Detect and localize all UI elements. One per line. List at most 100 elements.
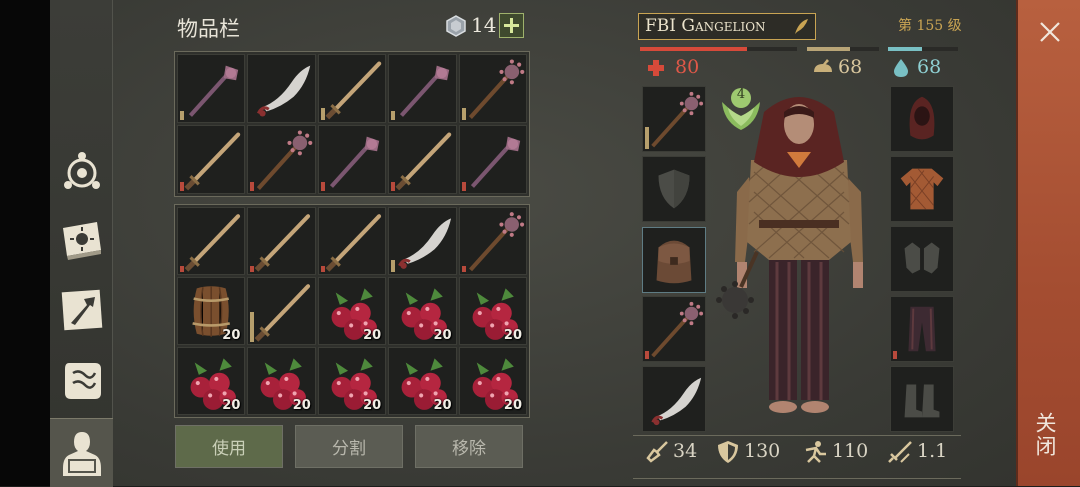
nav-crafting-button[interactable] — [50, 278, 113, 342]
nav-scroll-button[interactable] — [50, 348, 113, 412]
backpack-icon — [656, 240, 692, 284]
mace-icon — [470, 136, 520, 188]
inventory-slot[interactable] — [247, 54, 316, 123]
remove-button[interactable]: 移除 — [415, 425, 523, 468]
split-button[interactable]: 分割 — [295, 425, 403, 468]
durability-bar — [250, 182, 255, 191]
scimitar-icon — [398, 218, 452, 269]
character-portrait-area[interactable] — [709, 82, 887, 434]
defense-value: 130 — [744, 440, 781, 462]
item-quantity: 20 — [222, 328, 241, 343]
health-value: 80 — [675, 56, 700, 78]
item-quantity: 20 — [222, 398, 241, 413]
inventory-slot[interactable] — [317, 54, 387, 123]
left-bezel — [0, 0, 50, 486]
sword-icon — [184, 132, 241, 191]
inventory-slot[interactable]: 20 — [458, 277, 527, 345]
currency-count: 14 — [471, 13, 497, 37]
inventory-slot[interactable]: 20 — [317, 347, 387, 415]
weight-value: 1.1 — [917, 440, 948, 462]
inventory-slot[interactable] — [317, 207, 387, 275]
inventory-slot[interactable] — [458, 54, 527, 123]
rank-badge[interactable]: 4 — [716, 82, 766, 132]
sword-icon — [255, 214, 311, 272]
use-button[interactable]: 使用 — [175, 425, 283, 468]
inventory-slot[interactable] — [177, 54, 246, 123]
inventory-slot[interactable]: 20 — [177, 277, 246, 345]
compass-icon — [63, 152, 100, 189]
inventory-slot[interactable] — [388, 207, 457, 275]
weight-icon — [888, 441, 912, 463]
food-value: 68 — [838, 56, 863, 78]
inventory-slot[interactable] — [458, 207, 527, 275]
inventory-slot[interactable] — [247, 277, 316, 345]
sword-icon — [325, 214, 381, 272]
inventory-slot[interactable]: 20 — [317, 277, 387, 345]
nav-compass-button[interactable] — [50, 140, 113, 204]
health-icon — [648, 60, 664, 76]
plus-icon — [504, 18, 519, 33]
close-icon[interactable] — [1039, 21, 1061, 43]
durability-bar — [180, 266, 184, 272]
equip-slot-chest[interactable] — [890, 156, 954, 222]
inventory-slot[interactable] — [247, 125, 316, 194]
nav-book-button[interactable] — [50, 207, 113, 271]
shirt-icon — [900, 168, 944, 210]
add-currency-button[interactable] — [499, 13, 524, 38]
sun-book-icon — [62, 222, 101, 260]
inventory-grid-bottom: 20 20 20 20 20 20 20 20 20 — [174, 204, 530, 418]
inventory-slot[interactable]: 20 — [247, 347, 316, 415]
equip-slot-weapon-3[interactable] — [642, 366, 706, 432]
gem-icon — [446, 15, 466, 37]
equip-slot-weapon[interactable] — [642, 86, 706, 152]
item-quantity: 20 — [433, 328, 452, 343]
inventory-slot[interactable] — [177, 207, 246, 275]
water-value: 68 — [917, 56, 942, 78]
item-quantity: 20 — [363, 398, 382, 413]
durability-bar — [461, 108, 466, 120]
character-name: FBI Gangelion — [645, 16, 766, 36]
durability-bar — [180, 182, 184, 191]
durability-bar — [461, 266, 466, 272]
equip-slot-backpack[interactable] — [642, 227, 706, 293]
equip-slot-feet[interactable] — [890, 366, 954, 432]
inventory-slot[interactable]: 20 — [388, 277, 457, 345]
character-name-box[interactable]: FBI Gangelion — [638, 13, 816, 40]
close-panel[interactable]: 关闭 — [1016, 0, 1080, 486]
inventory-slot[interactable] — [177, 125, 246, 194]
crafting-icon — [61, 289, 102, 331]
water-icon — [894, 59, 908, 77]
item-quantity: 20 — [503, 328, 522, 343]
equip-slot-head[interactable] — [890, 86, 954, 152]
inventory-grid-top — [174, 51, 530, 197]
equip-slot-legs[interactable] — [890, 296, 954, 362]
durability-bar — [461, 182, 466, 191]
sword-icon — [255, 284, 311, 342]
speed-value: 110 — [832, 440, 869, 462]
inventory-slot[interactable] — [388, 54, 457, 123]
inventory-slot[interactable]: 20 — [177, 347, 246, 415]
inventory-slot[interactable] — [317, 125, 387, 194]
equip-slot-shield[interactable] — [642, 156, 706, 222]
inventory-slot[interactable] — [247, 207, 316, 275]
inventory-title: 物品栏 — [177, 17, 240, 41]
inventory-slot[interactable] — [388, 125, 457, 194]
durability-bar — [391, 182, 396, 191]
nav-character-button[interactable] — [50, 418, 113, 487]
close-label[interactable]: 关闭 — [1033, 412, 1060, 458]
attack-value: 34 — [673, 440, 698, 462]
mace-icon — [329, 136, 379, 188]
inventory-slot[interactable]: 20 — [388, 347, 457, 415]
sword-icon — [395, 132, 452, 191]
equip-slot-weapon-2[interactable] — [642, 296, 706, 362]
character-model — [716, 97, 863, 413]
inventory-slot[interactable] — [458, 125, 527, 194]
food-icon — [814, 59, 832, 72]
equip-slot-hands[interactable] — [890, 226, 954, 292]
pants-icon — [908, 306, 936, 352]
character-icon — [62, 432, 101, 476]
boots-icon — [904, 384, 940, 418]
side-nav — [50, 0, 113, 487]
inventory-slot[interactable]: 20 — [458, 347, 527, 415]
durability-bar — [320, 266, 325, 272]
